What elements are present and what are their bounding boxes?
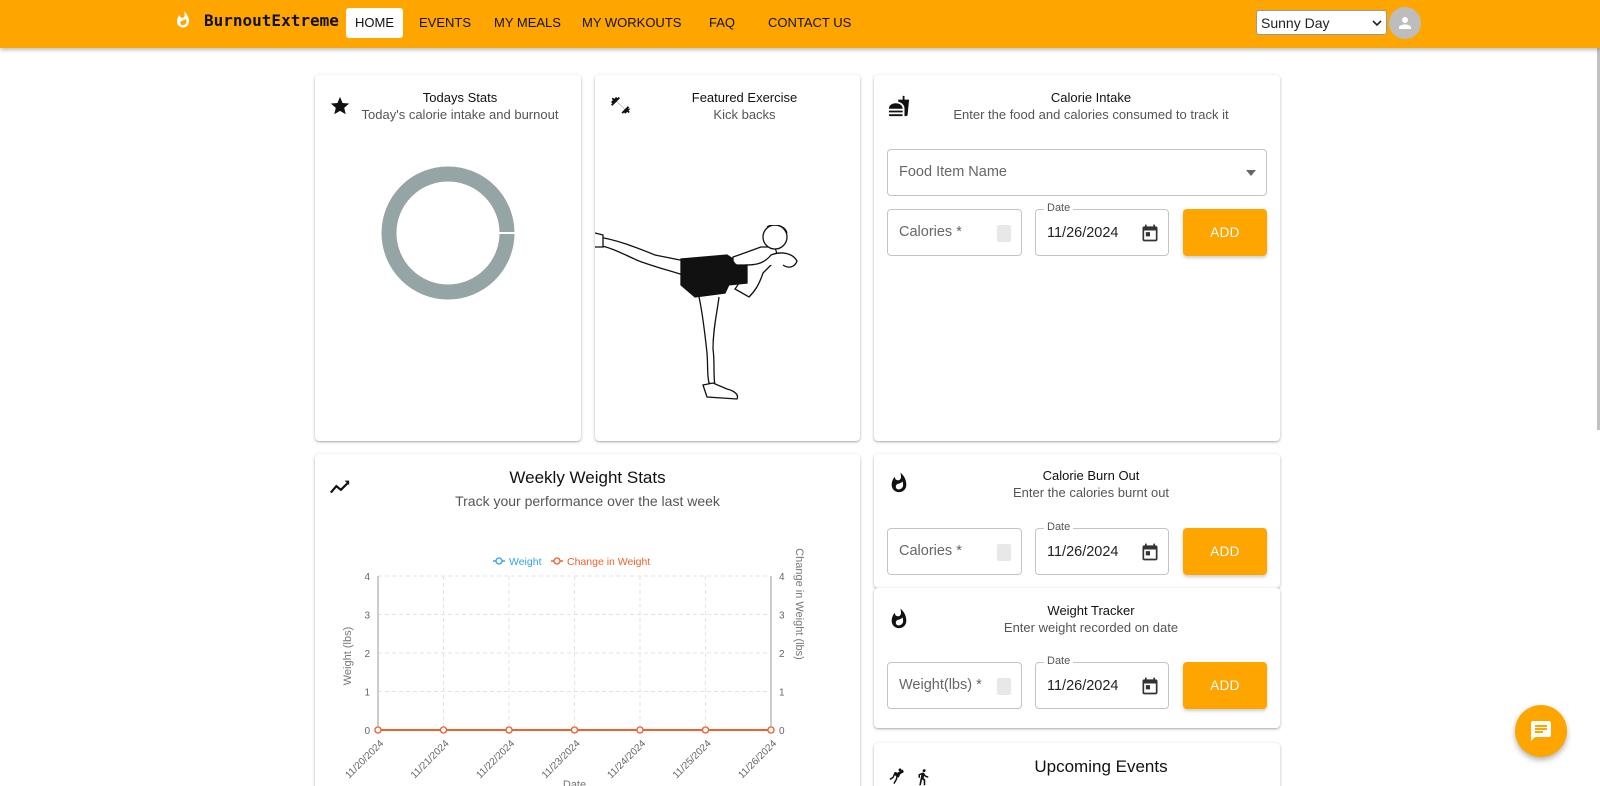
food-item-select[interactable]: Food Item Name (887, 149, 1267, 196)
card-title: Upcoming Events (1034, 757, 1168, 776)
brand-name: BurnoutExtreme (204, 10, 339, 30)
x-tick-label: 11/21/2024 (409, 738, 452, 781)
y-tick-label: 4 (364, 572, 370, 583)
y2-tick-label: 0 (779, 726, 785, 737)
chat-button[interactable] (1515, 705, 1567, 757)
add-calorie-burn-button[interactable]: ADD (1183, 528, 1267, 575)
calorie-donut-chart (381, 166, 516, 300)
calories-label: Calories * (899, 543, 962, 559)
data-point (374, 726, 382, 734)
add-calorie-intake-button[interactable]: ADD (1183, 209, 1267, 256)
y-tick-label: 0 (364, 726, 370, 737)
weight-tracker-card: Weight Tracker Enter weight recorded on … (874, 588, 1280, 728)
kickback-exercise-illustration (595, 225, 798, 400)
date-label: Date (1044, 202, 1074, 214)
upcoming-events-card: Upcoming Events (874, 743, 1280, 786)
y2-tick-label: 2 (779, 649, 785, 660)
avatar[interactable] (1389, 7, 1421, 39)
card-subtitle: Enter weight recorded on date (1003, 620, 1179, 635)
stepper-icon[interactable] (997, 678, 1011, 695)
card-subtitle: Enter the calories burnt out (1012, 485, 1170, 500)
calendar-icon[interactable] (1140, 542, 1160, 562)
data-point (701, 726, 710, 734)
data-point (439, 726, 448, 734)
y2-tick-label: 3 (779, 611, 785, 622)
x-tick-label: 11/20/2024 (343, 738, 386, 781)
date-label: Date (1044, 655, 1074, 667)
stepper-icon[interactable] (997, 544, 1011, 561)
y-tick-label: 1 (364, 688, 370, 699)
x-tick-label: 11/24/2024 (605, 738, 648, 781)
weight-label: Weight(lbs) * (899, 677, 982, 693)
x-axis-label: Date (563, 779, 586, 786)
weight-input[interactable]: Weight(lbs) * (887, 662, 1022, 709)
caret-down-icon (1246, 170, 1256, 176)
data-point (636, 726, 644, 734)
chat-icon (1531, 721, 1551, 741)
burn-date-input[interactable]: Date 11/26/2024 (1035, 521, 1169, 575)
weight-date-input[interactable]: Date 11/26/2024 (1035, 655, 1169, 709)
x-tick-label: 11/25/2024 (671, 738, 714, 781)
illustration-figure (595, 225, 798, 400)
card-title: Calorie Burn Out (1042, 468, 1140, 483)
add-weight-button[interactable]: ADD (1183, 662, 1267, 709)
calendar-icon[interactable] (1140, 676, 1160, 696)
nav-events[interactable]: EVENTS (410, 8, 480, 38)
top-navbar: BurnoutExtreme HOME EVENTS MY MEALS MY W… (0, 0, 1600, 48)
y-tick-label: 3 (364, 611, 370, 622)
card-title: Calorie Intake (1050, 90, 1132, 105)
date-value: 11/26/2024 (1047, 678, 1119, 694)
calendar-icon[interactable] (1140, 223, 1160, 243)
weekly-weight-card: Weekly Weight Stats Track your performan… (315, 454, 860, 786)
data-point (570, 726, 579, 734)
nav-my-workouts[interactable]: MY WORKOUTS (573, 8, 690, 38)
calorie-burn-card: Calorie Burn Out Enter the calories burn… (874, 454, 1280, 588)
data-point (767, 726, 775, 734)
food-item-placeholder: Food Item Name (899, 164, 1007, 180)
person-icon (1399, 17, 1411, 29)
calorie-intake-card: Calorie Intake Enter the food and calori… (874, 75, 1280, 441)
calories-label: Calories * (899, 224, 962, 240)
card-subtitle: Kick backs (713, 107, 776, 122)
card-title: Featured Exercise (691, 90, 798, 105)
featured-exercise-card: Featured Exercise Kick backs (595, 75, 860, 441)
legend-label: Weight (509, 556, 542, 568)
theme-select-value: Sunny Day (1261, 14, 1330, 31)
nav-contact-us[interactable]: CONTACT US (759, 8, 860, 38)
x-tick-label: 11/23/2024 (540, 738, 583, 781)
stepper-icon[interactable] (997, 225, 1011, 242)
calories-input[interactable]: Calories * (887, 209, 1022, 256)
nav-faq[interactable]: FAQ (700, 8, 744, 38)
donut-ring (381, 166, 515, 300)
nav-home[interactable]: HOME (346, 8, 403, 38)
card-title: Todays Stats (422, 90, 498, 105)
todays-stats-card: Todays Stats Today's calorie intake and … (315, 75, 581, 441)
date-value: 11/26/2024 (1047, 225, 1119, 241)
y2-axis-label: Change in Weight (lbs) (793, 548, 805, 660)
x-tick-label: 11/22/2024 (474, 738, 517, 781)
card-subtitle: Today's calorie intake and burnout (361, 107, 559, 122)
x-tick-label: 11/26/2024 (736, 738, 779, 781)
weekly-weight-chart: 0 0 1 1 2 2 3 3 4 4 11/20/2024 11/21/2024 11/22/2024… (342, 548, 805, 786)
card-subtitle: Enter the food and calories consumed to … (953, 107, 1229, 122)
data-point (505, 726, 513, 734)
y-axis-label: Weight (lbs) (342, 627, 354, 685)
theme-select[interactable]: Sunny Day (1256, 10, 1387, 35)
y-tick-label: 2 (364, 649, 370, 660)
legend-marker (495, 557, 503, 565)
card-title: Weight Tracker (1047, 603, 1135, 618)
chevron-down-icon (1372, 19, 1382, 26)
y2-tick-label: 4 (779, 572, 785, 583)
brand[interactable]: BurnoutExtreme (174, 10, 339, 30)
nav-my-meals[interactable]: MY MEALS (485, 8, 570, 38)
y2-tick-label: 1 (779, 688, 785, 699)
flame-icon (177, 11, 189, 28)
burn-calories-input[interactable]: Calories * (887, 528, 1022, 575)
legend-label: Change in Weight (567, 556, 650, 568)
date-input[interactable]: Date 11/26/2024 (1035, 202, 1169, 256)
date-value: 11/26/2024 (1047, 544, 1119, 560)
legend-marker (553, 557, 561, 565)
date-label: Date (1044, 521, 1074, 533)
